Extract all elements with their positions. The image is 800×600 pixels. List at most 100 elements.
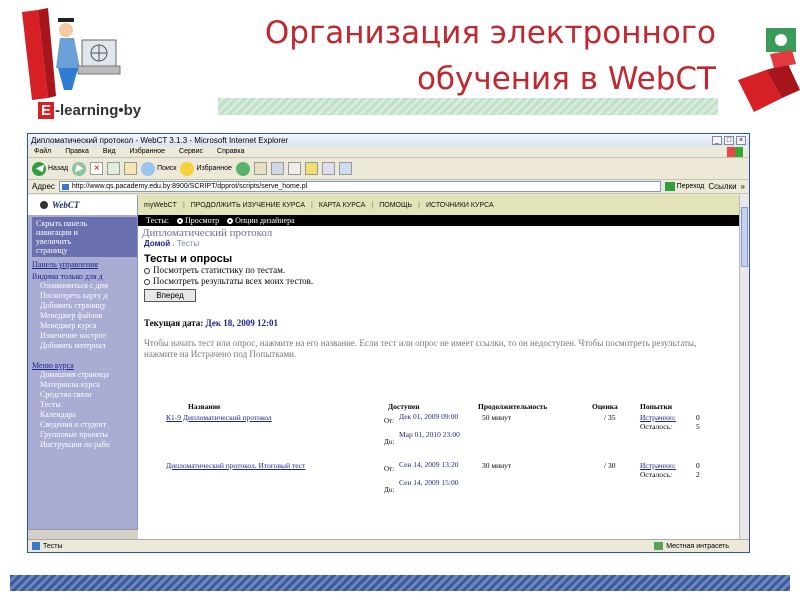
sidebar-item-settings[interactable]: Изменение настрое xyxy=(32,331,137,341)
webct-logo-icon xyxy=(40,201,48,209)
content-scrollbar[interactable] xyxy=(739,195,749,539)
test-link[interactable]: Дипломатический протокол. Итоговый тест xyxy=(166,461,366,470)
table-row: К1-9 Дипломатический протокол От: Дек 01… xyxy=(166,412,700,447)
favorites-button[interactable]: Избранное xyxy=(180,161,232,176)
title-divider xyxy=(218,98,718,115)
links-button[interactable]: Ссылки xyxy=(708,182,736,191)
minimize-button[interactable]: _ xyxy=(712,135,722,145)
option-results[interactable]: Посмотреть результаты всех моих тестов. xyxy=(138,276,739,287)
slide-title: Организация электронного обучения в WebC… xyxy=(156,10,716,102)
page-title: Дипломатический протокол xyxy=(142,227,273,239)
breadcrumb-home[interactable]: Домой xyxy=(144,239,170,248)
menu-file[interactable]: Файл xyxy=(34,148,51,155)
sidebar-item-map[interactable]: Посмотреть карту д xyxy=(32,291,137,301)
menu-tools[interactable]: Сервис xyxy=(179,148,203,155)
instructions-text: Чтобы начать тест или опрос, нажмите на … xyxy=(144,338,697,359)
back-button[interactable]: ◀ Назад xyxy=(32,161,68,176)
logo-text: E -learning•by xyxy=(38,102,141,119)
nav-course-sources[interactable]: ИСТОЧНИКИ КУРСА xyxy=(426,202,494,209)
breadcrumb-current: Тесты xyxy=(176,239,200,248)
col-duration: Продолжительность xyxy=(478,402,548,411)
browser-title: Дипломатический протокол - WebCT 3.1.3 -… xyxy=(31,135,289,145)
go-button[interactable]: Переход xyxy=(664,182,704,191)
page-icon xyxy=(32,542,40,550)
refresh-icon[interactable] xyxy=(107,162,121,175)
history-icon[interactable] xyxy=(235,161,250,176)
sidebar-item-add-material[interactable]: Добавить материал xyxy=(32,341,137,351)
col-name: Название xyxy=(188,402,221,411)
sidebar-item-demo[interactable]: Ознакомиться с дем xyxy=(32,281,137,291)
radio-icon[interactable] xyxy=(144,278,150,285)
hide-panel-button[interactable]: Скрыть панель навигации и увеличить страниц… xyxy=(32,217,137,257)
control-panel-link[interactable]: Панель управления xyxy=(32,260,137,269)
zone-text: Местная интрасеть xyxy=(666,542,729,550)
next-button[interactable]: Вперед xyxy=(144,289,196,302)
nav-course-map[interactable]: КАРТА КУРСА xyxy=(319,202,366,209)
windows-logo-icon xyxy=(727,146,743,157)
tabs-label: Тесты: xyxy=(146,216,169,225)
sidebar-item-course-manager[interactable]: Менеджер курса xyxy=(32,321,137,331)
intranet-icon xyxy=(654,542,664,550)
webct-content: myWebCT | ПРОДОЛЖИТЬ ИЗУЧЕНИЕ КУРСА | КАРТ… xyxy=(138,195,749,539)
sidebar-item-communication[interactable]: Средства связи xyxy=(32,390,137,400)
go-arrow-icon xyxy=(664,182,675,191)
test-link[interactable]: К1-9 Дипломатический протокол xyxy=(166,413,356,422)
sidebar-item-students[interactable]: Сведения о студент xyxy=(32,420,137,430)
radio-selected-icon xyxy=(176,218,183,224)
browser-titlebar: Дипломатический протокол - WebCT 3.1.3 -… xyxy=(28,134,749,146)
print-icon[interactable] xyxy=(270,162,284,175)
sidebar-item-materials[interactable]: Материалы курса xyxy=(32,380,137,390)
table-row: Дипломатический протокол. Итоговый тест … xyxy=(166,460,700,495)
research-icon[interactable] xyxy=(321,162,335,175)
browser-window: Дипломатический протокол - WebCT 3.1.3 -… xyxy=(27,133,750,553)
radio-icon[interactable] xyxy=(144,267,150,274)
tab-designer-options[interactable]: Опции дизайнера xyxy=(227,216,295,225)
nav-mywebct[interactable]: myWebCT xyxy=(144,202,177,209)
col-score: Оценка xyxy=(592,402,618,411)
slide-title-line1: Организация электронного xyxy=(264,15,716,51)
tests-tabbar: Тесты: Просмотр Опции дизайнера xyxy=(138,215,739,226)
messenger-icon[interactable] xyxy=(338,162,352,175)
scrollbar-thumb[interactable] xyxy=(741,207,748,267)
teacher-illustration-icon xyxy=(22,8,121,100)
sidebar-item-instructions[interactable]: Инструкции по рабо xyxy=(32,440,137,450)
maximize-button[interactable]: □ xyxy=(724,135,734,145)
edit-icon[interactable] xyxy=(287,162,301,175)
nav-continue-course[interactable]: ПРОДОЛЖИТЬ ИЗУЧЕНИЕ КУРСА xyxy=(191,202,305,209)
attempts-used-link[interactable]: Истрачено: xyxy=(640,413,676,422)
address-label: Адрес xyxy=(32,182,55,191)
forward-arrow-icon: ▶ xyxy=(72,161,87,176)
forward-button[interactable]: ▶ xyxy=(72,161,87,176)
course-menu-link[interactable]: Меню курса xyxy=(32,361,137,370)
page-viewport: WebCT Скрыть панель навигации и увеличить с… xyxy=(28,195,749,539)
radio-icon xyxy=(227,218,234,224)
status-text: Тесты xyxy=(43,542,63,550)
red-cube-decoration-icon xyxy=(738,28,800,112)
menu-favorites[interactable]: Избранное xyxy=(130,148,165,155)
links-chevron-icon[interactable]: » xyxy=(741,182,745,191)
sidebar-item-add-page[interactable]: Добавить страницу xyxy=(32,301,137,311)
close-button[interactable]: × xyxy=(736,135,746,145)
menu-view[interactable]: Вид xyxy=(103,148,116,155)
menu-edit[interactable]: Правка xyxy=(65,148,89,155)
nav-help[interactable]: ПОМОЩЬ xyxy=(379,202,412,209)
attempts-used-link[interactable]: Истрачено: xyxy=(640,461,676,470)
sidebar-item-tests[interactable]: Тесты xyxy=(32,400,137,410)
option-statistics[interactable]: Посмотреть статистику по тестам. xyxy=(138,265,739,276)
search-button[interactable]: Поиск xyxy=(141,161,176,176)
tab-view[interactable]: Просмотр xyxy=(176,216,219,225)
current-date: Текущая дата: Дек 18, 2009 12:01 xyxy=(144,318,279,328)
address-input[interactable]: http://www.qs.pacademy.edu.by:8900/SCRIP… xyxy=(58,181,661,192)
folder-icon[interactable] xyxy=(304,162,318,175)
mail-icon[interactable] xyxy=(253,162,267,175)
bottom-divider xyxy=(10,575,790,591)
sidebar-item-group-projects[interactable]: Групповые проекты xyxy=(32,430,137,440)
sidebar-item-calendar[interactable]: Календарь xyxy=(32,410,137,420)
menu-help[interactable]: Справка xyxy=(217,148,244,155)
sidebar-item-file-manager[interactable]: Менеджер файлов xyxy=(32,311,137,321)
sidebar-scrollbar[interactable] xyxy=(28,529,138,539)
home-icon[interactable] xyxy=(124,162,138,175)
stop-icon[interactable]: × xyxy=(90,162,104,175)
sidebar-item-home[interactable]: Домашняя страница xyxy=(32,370,137,380)
search-icon xyxy=(141,161,156,176)
